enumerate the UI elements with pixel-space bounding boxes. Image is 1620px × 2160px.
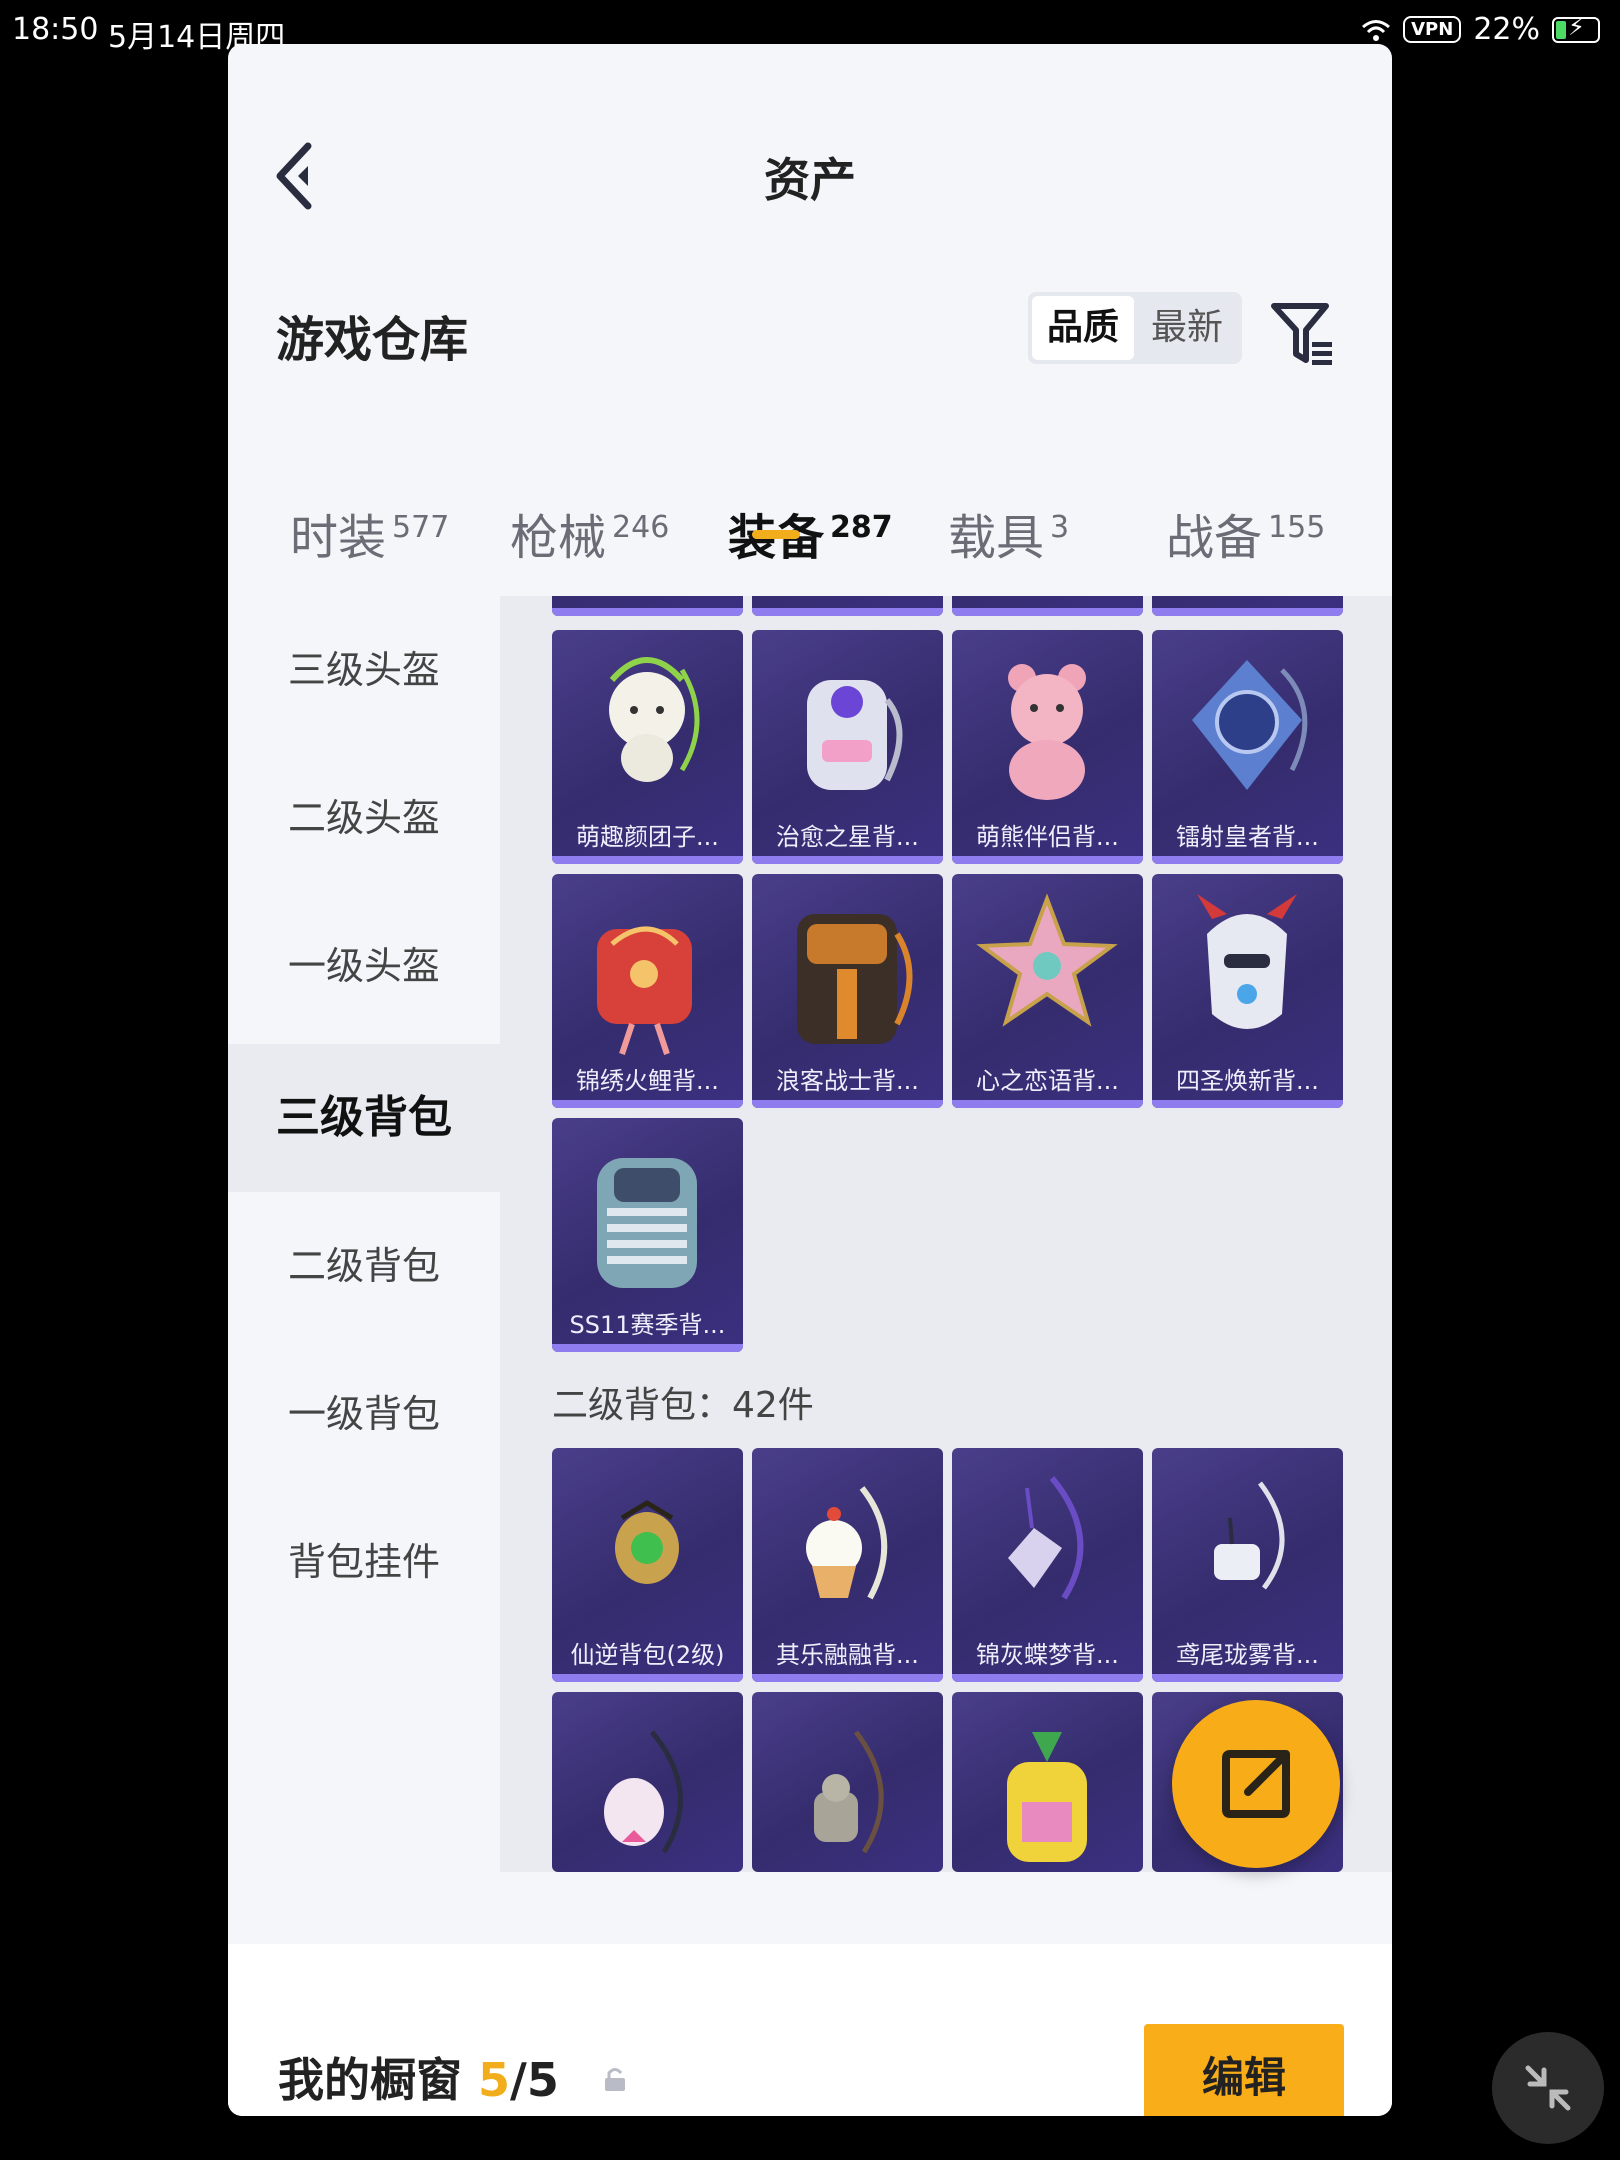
- sort-toggle: 品质 最新: [1028, 292, 1242, 364]
- backpack-image: [797, 914, 913, 1044]
- showcase-bar: 我的橱窗 5/5 编辑: [228, 1944, 1392, 2116]
- sidebar-item-helmet-lv1[interactable]: 一级头盔: [228, 892, 500, 1040]
- backpack-image: [609, 657, 700, 782]
- item-name: 镭射皇者背...: [1176, 823, 1319, 851]
- item-card[interactable]: [1152, 596, 1343, 616]
- backpack-image: [1007, 1732, 1087, 1862]
- showcase-count-total: /5: [510, 2053, 559, 2107]
- item-name: 锦绣火鲤背...: [576, 1067, 719, 1095]
- sidebar: 三级头盔 二级头盔 一级头盔 三级背包 二级背包 一级背包 背包挂件: [228, 596, 500, 1876]
- item-card[interactable]: 其乐融融背...: [752, 1448, 943, 1682]
- battery-icon: ⚡: [1552, 13, 1600, 43]
- item-name: 锦灰蝶梦背...: [976, 1641, 1119, 1669]
- filter-icon: [1271, 303, 1332, 365]
- sidebar-item-backpack-lv2[interactable]: 二级背包: [228, 1192, 500, 1340]
- backpack-image: [597, 1158, 697, 1288]
- item-card[interactable]: 四圣焕新背...: [1152, 874, 1343, 1108]
- warehouse-title: 游戏仓库: [276, 312, 469, 368]
- item-name: 心之恋语背...: [976, 1067, 1119, 1095]
- battery-percent: 22%: [1473, 12, 1540, 47]
- sidebar-item-helmet-lv3[interactable]: 三级头盔: [228, 596, 500, 744]
- item-card[interactable]: 萌趣颜团子...: [552, 630, 743, 864]
- tab-guns[interactable]: 枪械 246: [510, 498, 669, 568]
- item-card[interactable]: [552, 1692, 743, 1872]
- item-card[interactable]: [952, 1692, 1143, 1872]
- category-tabs: 时装577 枪械246 装备287 载具3 战备155: [228, 484, 1392, 594]
- section-title-backpack-lv2: 二级背包：42件: [552, 1385, 814, 1426]
- item-name: 治愈之星背...: [776, 823, 919, 851]
- tab-label: 战备: [1166, 510, 1263, 566]
- item-card[interactable]: 镭射皇者背...: [1152, 630, 1343, 864]
- item-name: 浪客战士背...: [776, 1067, 919, 1095]
- item-card[interactable]: 鸢尾珑雾背...: [1152, 1448, 1343, 1682]
- backpack-image: [615, 1500, 679, 1584]
- tab-vehicles[interactable]: 载具 3: [948, 498, 1069, 568]
- backpack-image: [1197, 894, 1297, 1029]
- share-button[interactable]: [1172, 1700, 1340, 1868]
- item-card[interactable]: 锦灰蝶梦背...: [952, 1448, 1143, 1682]
- sidebar-item-backpack-lv3[interactable]: 三级背包: [228, 1044, 500, 1192]
- page-title: 资产: [764, 153, 856, 207]
- backpack-image: [976, 893, 1118, 1027]
- tab-label: 时装: [290, 510, 387, 566]
- showcase-count-current: 5: [478, 2053, 511, 2107]
- backpack-image: [806, 1486, 888, 1600]
- backpack-image: [604, 1730, 683, 1854]
- item-card[interactable]: [552, 596, 743, 616]
- showcase-title: 我的橱窗 5/5: [278, 2044, 559, 2110]
- backpack-image: [814, 1730, 884, 1854]
- item-card[interactable]: [752, 596, 943, 616]
- lock-icon: [605, 2068, 625, 2091]
- filter-button[interactable]: [1268, 298, 1340, 370]
- asset-panel: 资产 游戏仓库 品质 最新 时装577 枪械246 装备287 载具3 战备15…: [228, 44, 1392, 2116]
- edit-button[interactable]: 编辑: [1144, 2024, 1344, 2116]
- sidebar-item-backpack-lv1[interactable]: 一级背包: [228, 1340, 500, 1488]
- sidebar-item-helmet-lv2[interactable]: 二级头盔: [228, 744, 500, 892]
- showcase-label: 我的橱窗: [278, 2053, 462, 2107]
- backpack-image: [807, 680, 903, 790]
- item-name: 其乐融融背...: [776, 1641, 919, 1669]
- backpack-image: [1214, 1481, 1285, 1590]
- item-name: 萌熊伴侣背...: [976, 823, 1119, 851]
- item-card[interactable]: SS11赛季背...: [552, 1118, 743, 1352]
- tab-count: 287: [830, 510, 893, 545]
- backpack-image: [597, 926, 692, 1055]
- item-name: SS11赛季背...: [569, 1311, 726, 1339]
- share-icon: [1222, 1750, 1290, 1818]
- tab-gear[interactable]: 战备 155: [1166, 498, 1325, 568]
- tab-label: 枪械: [510, 510, 607, 566]
- tab-count: 577: [392, 510, 450, 545]
- sidebar-item-backpack-charm[interactable]: 背包挂件: [228, 1488, 500, 1636]
- item-name: 鸢尾珑雾背...: [1176, 1641, 1319, 1669]
- item-card[interactable]: 锦绣火鲤背...: [552, 874, 743, 1108]
- item-card[interactable]: 治愈之星背...: [752, 630, 943, 864]
- item-card[interactable]: 心之恋语背...: [952, 874, 1143, 1108]
- sort-quality-button[interactable]: 品质: [1032, 296, 1134, 360]
- active-tab-indicator: [752, 530, 800, 539]
- item-card[interactable]: 萌熊伴侣背...: [952, 630, 1143, 864]
- item-name: 仙逆背包(2级): [570, 1641, 725, 1669]
- vpn-badge: VPN: [1403, 16, 1462, 43]
- backpack-image: [1008, 1476, 1084, 1600]
- item-card[interactable]: [952, 596, 1143, 616]
- item-card[interactable]: [752, 1692, 943, 1872]
- collapse-button[interactable]: [1492, 2032, 1604, 2144]
- item-card[interactable]: 仙逆背包(2级): [552, 1448, 743, 1682]
- tab-label: 载具: [948, 510, 1045, 566]
- tab-count: 246: [612, 510, 670, 545]
- sort-newest-button[interactable]: 最新: [1136, 296, 1238, 360]
- status-time: 18:50: [12, 12, 99, 47]
- item-card[interactable]: 浪客战士背...: [752, 874, 943, 1108]
- item-name: 四圣焕新背...: [1176, 1067, 1319, 1095]
- item-content: 萌趣颜团子... 治愈之星背... 萌熊伴侣背... 镭射皇者背... 锦绣火鲤…: [500, 596, 1392, 1872]
- backpack-image: [1192, 660, 1308, 790]
- tab-count: 155: [1268, 510, 1326, 545]
- backpack-image: [1008, 664, 1086, 800]
- tab-fashion[interactable]: 时装 577: [290, 498, 449, 568]
- item-name: 萌趣颜团子...: [576, 823, 719, 851]
- collapse-icon: [1525, 2065, 1571, 2111]
- wifi-icon: [1362, 19, 1391, 41]
- tab-count: 3: [1050, 510, 1070, 545]
